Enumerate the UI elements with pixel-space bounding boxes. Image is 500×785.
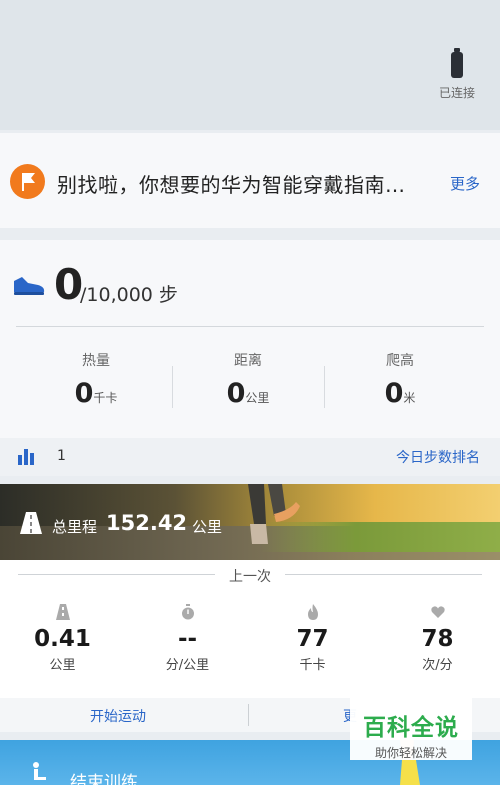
total-distance-banner[interactable]: 总里程 152.42 公里 [0,484,500,560]
watermark-title: 百科全说 [363,715,459,741]
watch-icon [451,48,463,78]
stat-unit: 米 [403,391,416,405]
metric-value: -- [177,626,198,652]
metric-unit: 次/分 [422,658,453,673]
metric-heart-rate: 78 次/分 [375,604,500,673]
runner-legs-image [248,484,300,544]
metric-unit: 分/公里 [165,658,210,673]
device-status[interactable]: 已连接 [432,48,482,101]
flame-icon [307,604,318,620]
steps-card[interactable]: 0 /10,000 步 热量 0千卡 距离 0公里 爬高 0米 [0,240,500,470]
stopwatch-icon [181,604,194,620]
guide-tip-text: 别找啦，你想要的华为智能穿戴指南… [57,173,406,197]
stat-label: 距离 [234,353,262,369]
walker-icon [33,762,46,780]
heart-icon [430,606,445,618]
watermark-subtitle: 助你轻松解决 [374,746,447,760]
divider [248,704,249,726]
stat-distance: 距离 0公里 [172,350,324,409]
end-training-label: 结束训练 [70,773,138,785]
total-distance-unit: 公里 [192,518,223,536]
more-link[interactable]: 更多 [450,173,480,194]
stat-climb: 爬高 0米 [324,350,476,409]
step-rank-bar[interactable]: 1 今日步数排名 [0,438,500,476]
steps-count: 0 [54,260,84,309]
metric-pace: -- 分/公里 [125,604,250,673]
flag-icon [10,164,45,199]
last-workout-title: 上一次 [215,566,285,586]
metric-distance: 0.41 公里 [0,604,125,673]
divider [16,326,484,327]
stat-label: 热量 [82,353,110,369]
metric-unit: 千卡 [299,658,326,673]
stat-unit: 公里 [245,391,270,405]
stat-value: 0 [384,378,404,409]
metric-value: 78 [421,626,454,652]
distance-icon [55,604,70,620]
start-workout-button[interactable]: 开始运动 [90,706,146,726]
steps-goal: /10,000 步 [80,284,178,306]
metric-value: 77 [296,626,329,652]
activity-stats: 热量 0千卡 距离 0公里 爬高 0米 [0,350,500,420]
today-rank-link[interactable]: 今日步数排名 [396,447,480,467]
total-distance-value: 152.42 [106,511,188,535]
bar-chart-icon [18,449,34,465]
metric-unit: 公里 [49,658,76,673]
stat-label: 爬高 [386,353,414,369]
metric-value: 0.41 [34,626,91,652]
stat-value: 0 [226,378,246,409]
total-distance-label: 总里程 [52,518,98,536]
road-icon [20,512,42,534]
guide-tip-card[interactable]: 别找啦，你想要的华为智能穿戴指南… 更多 [0,133,500,228]
rank-value: 1 [57,448,66,464]
device-status-label: 已连接 [438,86,475,100]
watermark-logo: 百科全说 助你轻松解决 [350,698,472,760]
metric-calories: 77 千卡 [250,604,375,673]
header-area: 已连接 [0,0,500,130]
last-workout-card[interactable]: 上一次 0.41 公里 -- 分/公里 77 千卡 78 次/分 [0,560,500,698]
stat-unit: 千卡 [93,391,118,405]
shoe-icon [14,277,45,295]
stat-calories: 热量 0千卡 [20,350,172,409]
stat-value: 0 [74,378,94,409]
